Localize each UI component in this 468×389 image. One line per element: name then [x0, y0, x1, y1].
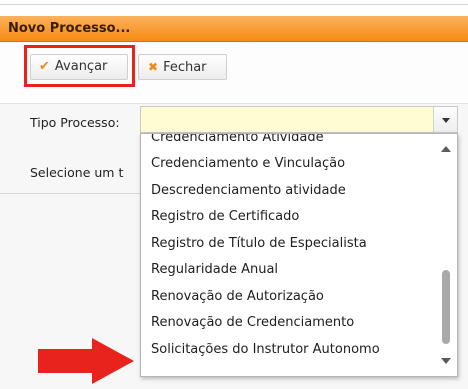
tipo-processo-label: Tipo Processo: [30, 115, 120, 130]
dropdown-option[interactable]: Regularidade Anual [151, 262, 278, 277]
selecione-text: Selecione um t [30, 165, 124, 180]
dropdown-option[interactable]: Registro de Certificado [151, 209, 299, 224]
chevron-down-icon[interactable] [433, 107, 457, 132]
dialog-title: Novo Processo... [0, 16, 468, 42]
dropdown-option-solicitacoes[interactable]: Solicitações do Instrutor Autonomo [151, 342, 380, 357]
dropdown-option[interactable]: Renovação de Autorização [151, 289, 324, 304]
pointer-arrow-icon [38, 338, 134, 384]
dropdown-option[interactable]: Registro de Título de Especialista [151, 236, 367, 251]
top-border [0, 4, 468, 5]
tipo-processo-dropdown[interactable]: Credenciamento Atividade Credenciamento … [140, 133, 458, 377]
dropdown-option[interactable]: Credenciamento Atividade [151, 134, 324, 145]
dropdown-option[interactable]: Renovação de Credenciamento [151, 315, 354, 330]
dropdown-scrollbar[interactable] [435, 134, 457, 376]
close-button-label: Fechar [163, 60, 207, 75]
scroll-up-icon[interactable] [441, 146, 451, 152]
scroll-down-icon[interactable] [441, 358, 451, 364]
dropdown-option[interactable]: Descredenciamento atividade [151, 183, 346, 198]
close-button[interactable]: ✖ Fechar [138, 54, 227, 80]
x-icon: ✖ [148, 60, 159, 74]
tipo-processo-combo[interactable] [140, 106, 458, 133]
scrollbar-thumb[interactable] [442, 270, 450, 344]
divider [0, 193, 140, 194]
highlight-box [24, 45, 135, 87]
dropdown-option[interactable]: Credenciamento e Vinculação [151, 156, 345, 171]
